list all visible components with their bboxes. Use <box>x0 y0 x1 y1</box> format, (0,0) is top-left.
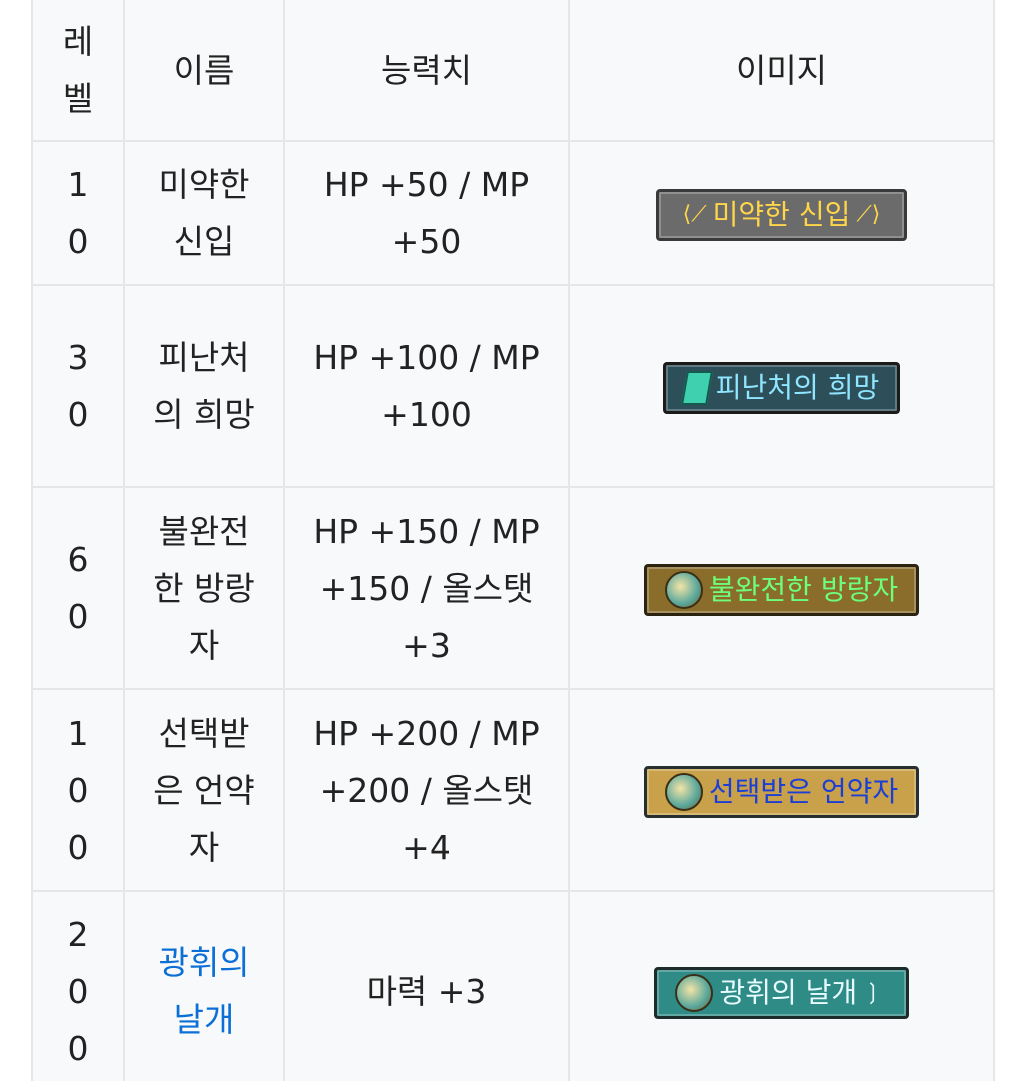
badge-text: 피난처의 희망 <box>715 371 880 404</box>
stats-cell: HP +100 / MP +100 <box>283 284 570 488</box>
table-row: 60 불완전한 방랑자 HP +150 / MP +150 / 올스탯 +3 불… <box>31 486 995 690</box>
header-stats: 능력치 <box>283 0 570 142</box>
stats-cell: HP +50 / MP +50 <box>283 140 570 286</box>
image-cell: 불완전한 방랑자 <box>568 486 995 690</box>
name-cell: 불완전한 방랑자 <box>123 486 285 690</box>
table-row: 30 피난처의 희망 HP +100 / MP +100 피난처의 희망 <box>31 284 995 488</box>
medal-badge-image: 피난처의 희망 <box>662 362 901 414</box>
stats-cell: HP +200 / MP +200 / 올스탯 +4 <box>283 688 570 892</box>
table-row: 100 선택받은 언약자 HP +200 / MP +200 / 올스탯 +4 … <box>31 688 995 892</box>
level-cell: 60 <box>31 486 125 690</box>
medal-table-container: 레벨 이름 능력치 이미지 10 미약한 신입 HP +50 / MP +50 … <box>0 0 1024 1081</box>
level-cell: 10 <box>31 140 125 286</box>
name-cell: 선택받은 언약자 <box>123 688 285 892</box>
table-header-row: 레벨 이름 능력치 이미지 <box>31 0 995 142</box>
medal-name-link[interactable]: 광휘의 날개 <box>148 934 260 1048</box>
orb-icon <box>664 773 703 811</box>
crystal-icon <box>680 371 713 405</box>
header-image: 이미지 <box>568 0 995 142</box>
stats-cell: HP +150 / MP +150 / 올스탯 +3 <box>283 486 570 690</box>
level-cell: 100 <box>31 688 125 892</box>
image-cell: 선택받은 언약자 <box>568 688 995 892</box>
name-cell: 피난처의 희망 <box>123 284 285 488</box>
feather-icon: ⟨⟋ <box>682 202 707 227</box>
badge-text: 불완전한 방랑자 <box>708 573 899 606</box>
badge-text: 미약한 신입 <box>712 198 851 231</box>
image-cell: ⟨⟋ 미약한 신입 ⟋⟩ <box>568 140 995 286</box>
table-row: 10 미약한 신입 HP +50 / MP +50 ⟨⟋ 미약한 신입 ⟋⟩ <box>31 140 995 286</box>
badge-text: 광휘의 날개 <box>719 976 858 1009</box>
image-cell: 피난처의 희망 <box>568 284 995 488</box>
medal-badge-image: 선택받은 언약자 <box>643 766 920 818</box>
wing-icon: ❳ <box>863 980 882 1005</box>
table-row: 200 광휘의 날개 마력 +3 광휘의 날개 ❳ <box>31 890 995 1081</box>
badge-text: 선택받은 언약자 <box>708 775 899 808</box>
medal-badge-image: 광휘의 날개 ❳ <box>654 967 909 1019</box>
level-cell: 30 <box>31 284 125 488</box>
header-level: 레벨 <box>31 0 125 142</box>
orb-icon <box>675 974 714 1012</box>
name-cell[interactable]: 광휘의 날개 <box>123 890 285 1081</box>
header-name: 이름 <box>123 0 285 142</box>
medal-table: 레벨 이름 능력치 이미지 10 미약한 신입 HP +50 / MP +50 … <box>31 0 995 1081</box>
orb-icon <box>664 571 703 609</box>
level-cell: 200 <box>31 890 125 1081</box>
medal-badge-image: 불완전한 방랑자 <box>643 564 920 616</box>
name-cell: 미약한 신입 <box>123 140 285 286</box>
medal-badge-image: ⟨⟋ 미약한 신입 ⟋⟩ <box>655 189 908 241</box>
image-cell: 광휘의 날개 ❳ <box>568 890 995 1081</box>
stats-cell: 마력 +3 <box>283 890 570 1081</box>
feather-icon: ⟋⟩ <box>856 202 881 227</box>
